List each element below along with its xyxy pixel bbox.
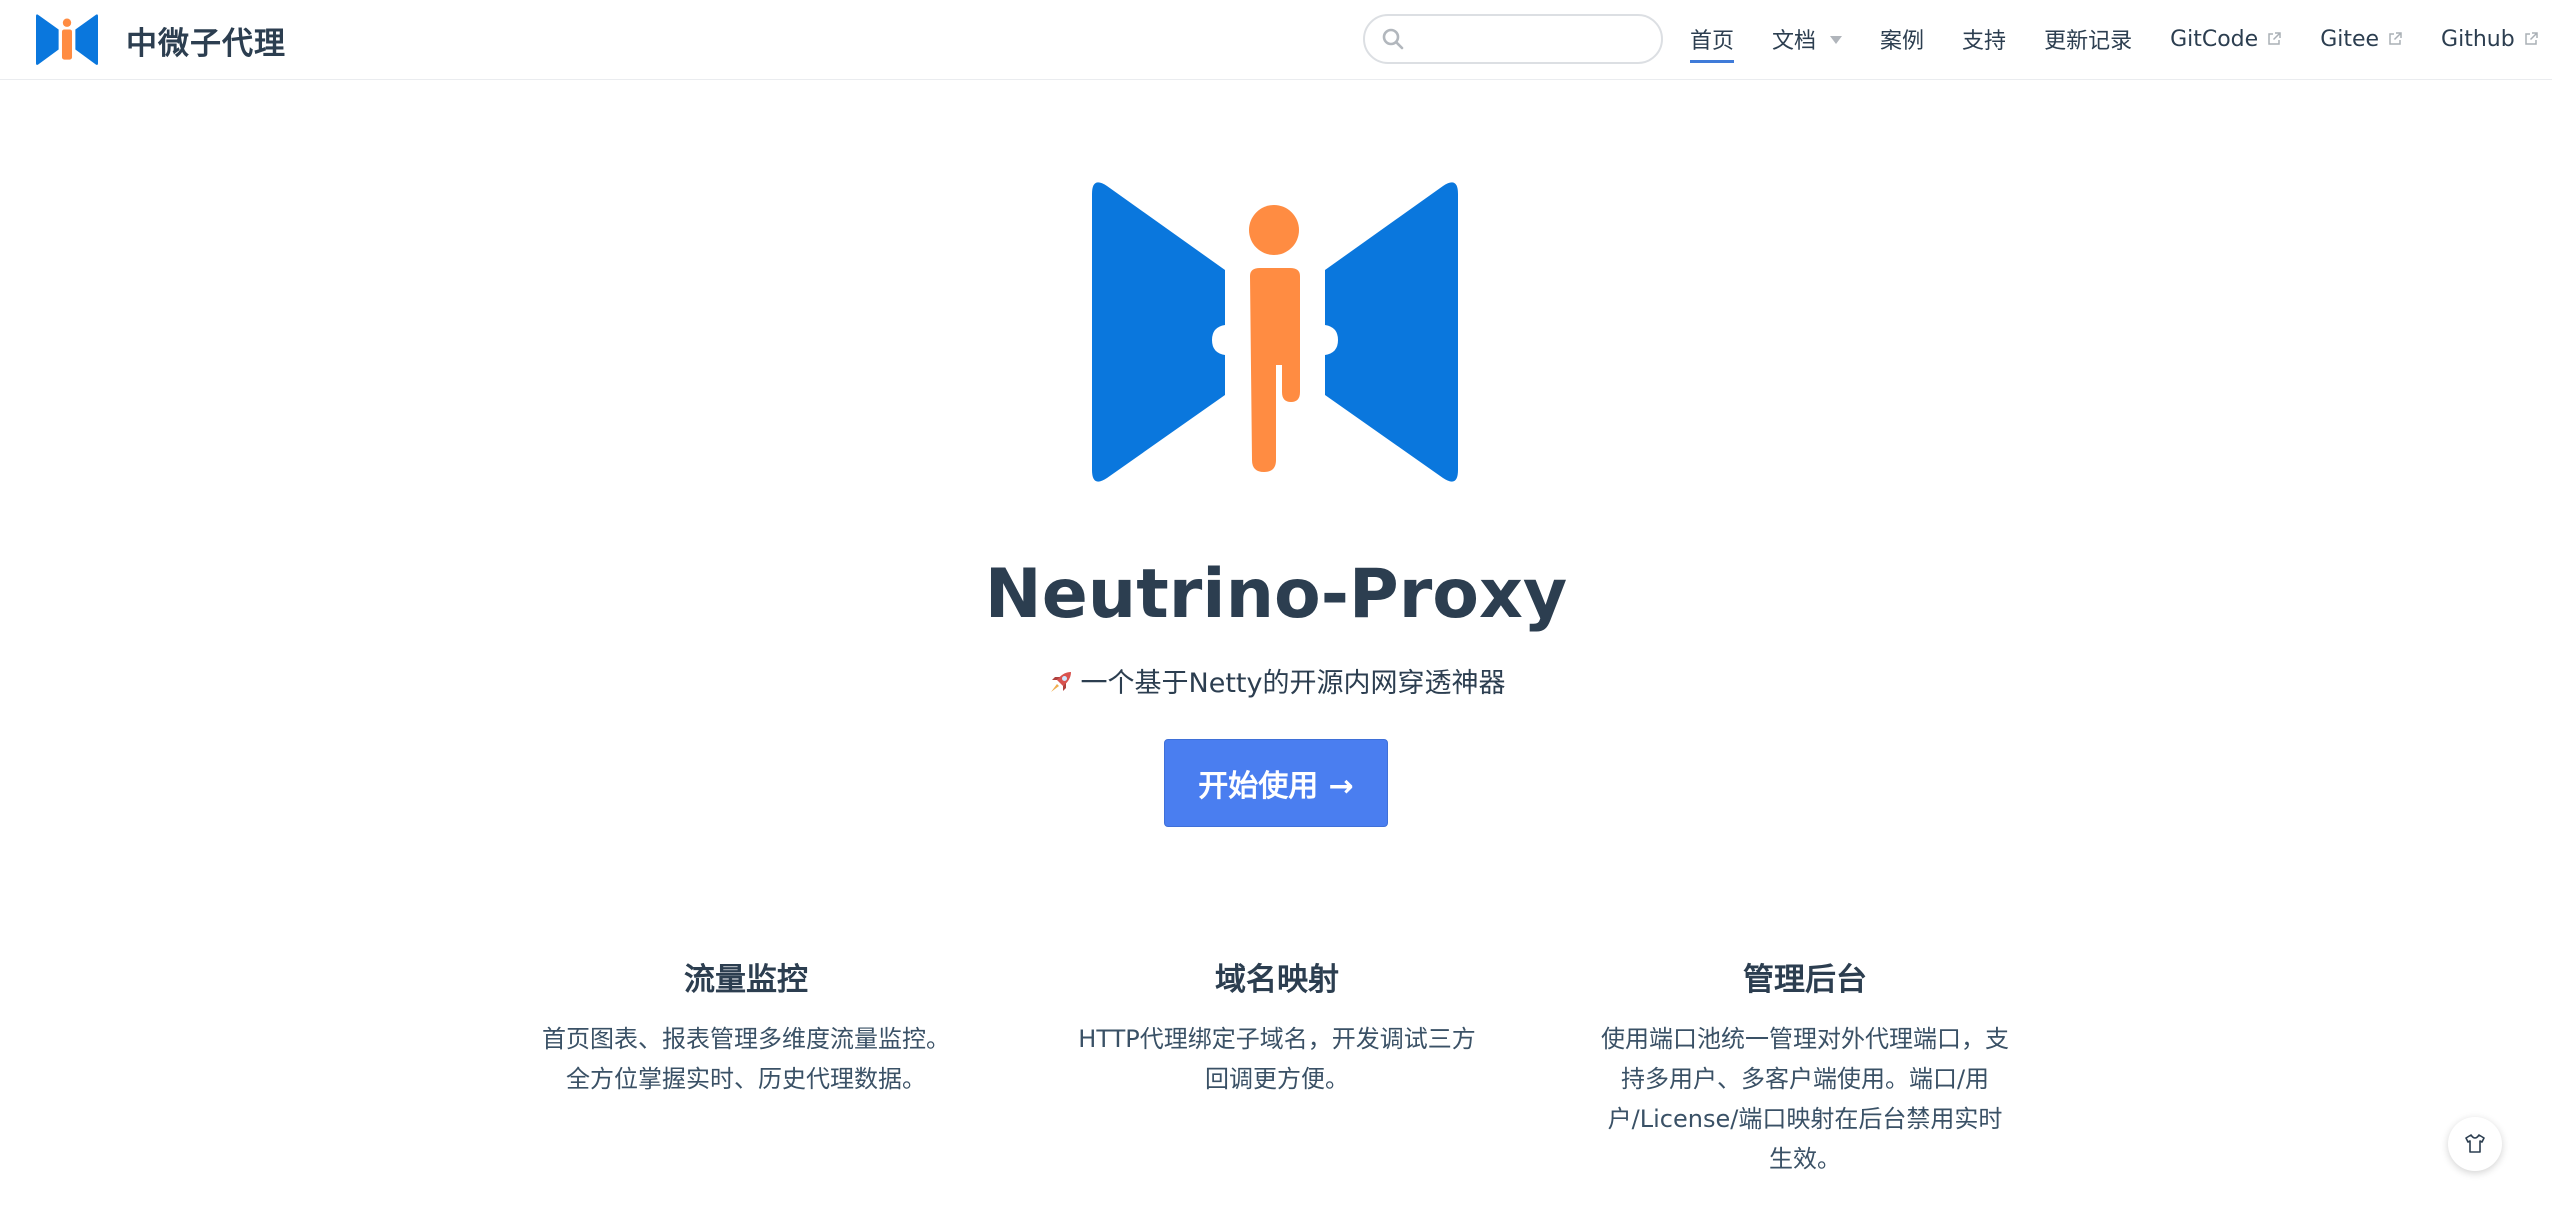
nav-changelog[interactable]: 更新记录 xyxy=(2044,23,2132,55)
nav-home-label: 首页 xyxy=(1690,29,1735,54)
nav-github[interactable]: Github xyxy=(2441,27,2539,52)
feature-details: 首页图表、报表管理多维度流量监控。全方位掌握实时、历史代理数据。 xyxy=(542,1025,950,1093)
rocket-icon xyxy=(1050,672,1071,692)
site-title: 中微子代理 xyxy=(126,25,286,62)
theme-switch-button[interactable] xyxy=(2448,1117,2502,1171)
shirt-icon xyxy=(2465,1134,2485,1153)
nav-support-label: 支持 xyxy=(1962,29,2007,54)
nav-home[interactable]: 首页 xyxy=(1690,23,1735,63)
feature-title: 域名映射 xyxy=(1215,962,1339,998)
search-box[interactable] xyxy=(1363,14,1663,64)
feature-card: 域名映射 HTTP代理绑定子域名，开发调试三方回调更方便。 xyxy=(1072,955,1482,1099)
hero-logo xyxy=(1092,182,1458,482)
nav-github-label: Github xyxy=(2441,26,2515,52)
feature-details: 使用端口池统一管理对外代理端口，支持多用户、多客户端使用。端口/用户/Licen… xyxy=(1601,1025,2009,1173)
nav-support[interactable]: 支持 xyxy=(1962,23,2006,55)
dropdown-caret-icon xyxy=(1830,36,1843,44)
feature-title: 管理后台 xyxy=(1743,962,1867,998)
search-icon xyxy=(1382,28,1404,50)
feature-card: 管理后台 使用端口池统一管理对外代理端口，支持多用户、多客户端使用。端口/用户/… xyxy=(1600,955,2010,1179)
external-link-icon xyxy=(2524,32,2538,45)
home-link[interactable]: 中微子代理 xyxy=(36,10,286,70)
nav-docs-label: 文档 xyxy=(1772,29,1817,54)
nav-gitee[interactable]: Gitee xyxy=(2320,27,2403,52)
nav-cases[interactable]: 案例 xyxy=(1880,23,1924,55)
hero-description-text: 一个基于Netty的开源内网穿透神器 xyxy=(1080,668,1506,699)
nav-gitee-label: Gitee xyxy=(2320,26,2380,52)
navbar: 中微子代理 首页 文档 案例 支持 更新记录 GitCode Gitee Git… xyxy=(0,0,2552,80)
feature-card: 流量监控 首页图表、报表管理多维度流量监控。全方位掌握实时、历史代理数据。 xyxy=(541,955,951,1099)
nav-changelog-label: 更新记录 xyxy=(2044,29,2133,54)
nav-links: 首页 文档 案例 支持 更新记录 GitCode Gitee Github xyxy=(1690,0,2552,78)
nav-cases-label: 案例 xyxy=(1880,29,1925,54)
nav-docs-dropdown[interactable]: 文档 xyxy=(1772,23,1843,55)
site-logo xyxy=(36,14,98,65)
hero-description: 一个基于Netty的开源内网穿透神器 xyxy=(0,662,2552,706)
external-link-icon xyxy=(2389,32,2402,45)
feature-details: HTTP代理绑定子域名，开发调试三方回调更方便。 xyxy=(1078,1025,1476,1093)
get-started-button[interactable]: 开始使用 → xyxy=(1164,739,1388,827)
nav-gitcode[interactable]: GitCode xyxy=(2170,27,2282,52)
feature-title: 流量监控 xyxy=(684,962,808,998)
search-input[interactable] xyxy=(1413,25,1647,53)
hero-title: Neutrino-Proxy xyxy=(984,555,1568,634)
nav-gitcode-label: GitCode xyxy=(2170,26,2259,52)
external-link-icon xyxy=(2268,32,2281,45)
